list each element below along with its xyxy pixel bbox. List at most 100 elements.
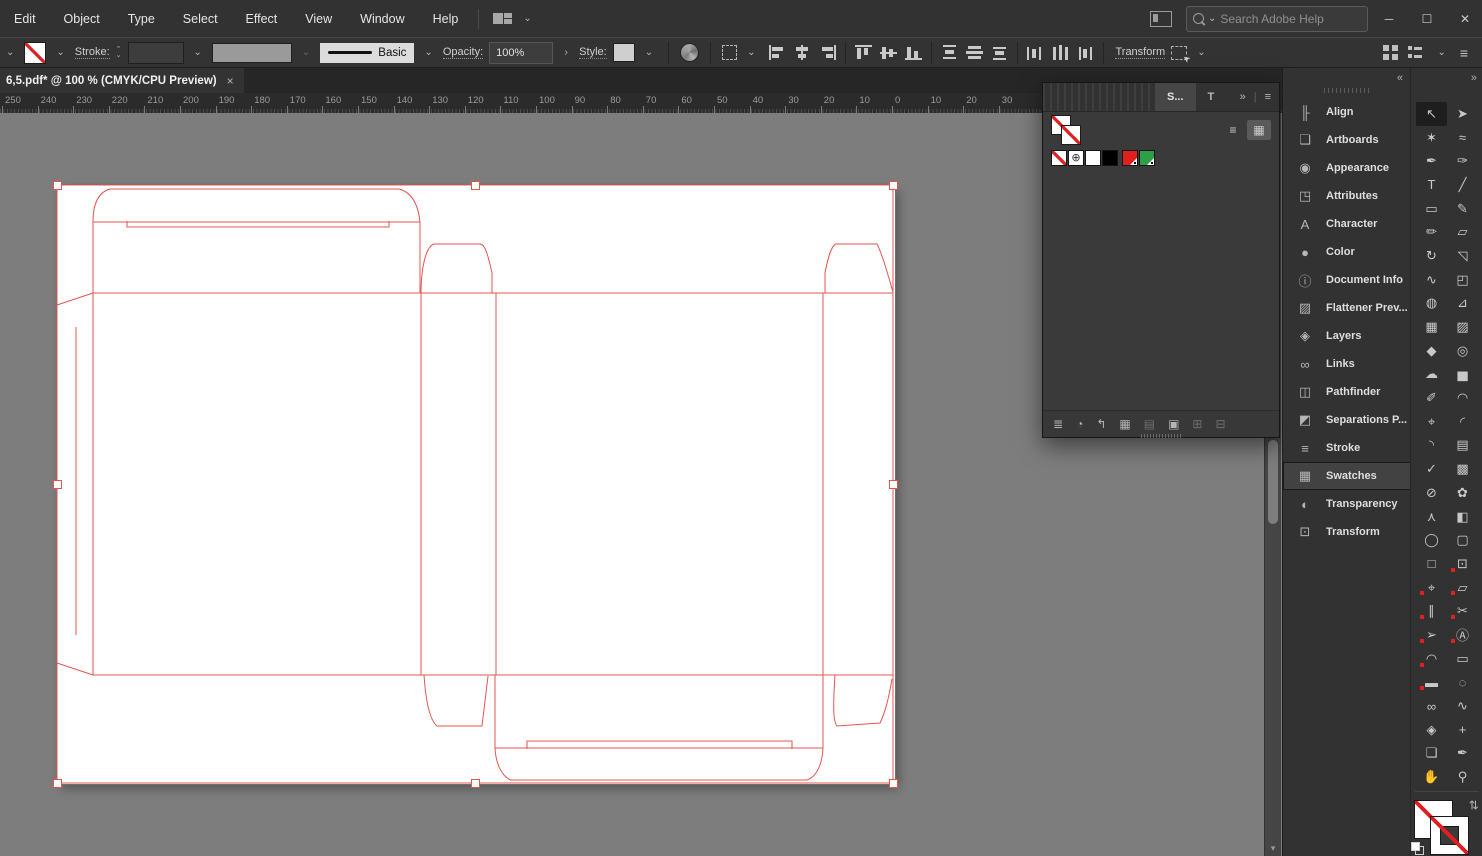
plugin-square-tool[interactable]: □ bbox=[1416, 552, 1447, 576]
panel-resize-grip[interactable] bbox=[1141, 434, 1181, 438]
type-tool[interactable]: T bbox=[1416, 173, 1447, 197]
rotate-tool[interactable]: ↻ bbox=[1416, 244, 1447, 268]
plugin-curve-arrow-tool[interactable]: ◝ bbox=[1416, 434, 1447, 458]
style-chevron-icon[interactable]: ⌄ bbox=[645, 47, 653, 58]
width-tool[interactable]: ∿ bbox=[1416, 268, 1447, 292]
menu-item-object[interactable]: Object bbox=[50, 0, 114, 37]
dock-collapse-icon[interactable]: « bbox=[1397, 72, 1403, 84]
menu-item-window[interactable]: Window bbox=[346, 0, 418, 37]
dock-item-color[interactable]: ● Color bbox=[1283, 238, 1411, 266]
swatch-list-empty-area[interactable] bbox=[1043, 168, 1279, 410]
hand-tool[interactable]: ✋ bbox=[1416, 765, 1447, 789]
dock-drag-grip[interactable] bbox=[1324, 88, 1370, 93]
align-vertical-center-icon[interactable] bbox=[880, 45, 898, 60]
panel-tab-t[interactable]: T bbox=[1196, 83, 1227, 111]
scale-tool[interactable]: ◹ bbox=[1447, 244, 1478, 268]
stroke-weight-input[interactable] bbox=[127, 41, 184, 64]
dock-item-align[interactable]: ╟ Align bbox=[1283, 98, 1411, 126]
selection-handle[interactable] bbox=[889, 480, 898, 489]
plugin-panel-tool[interactable]: ▭ bbox=[1447, 647, 1478, 671]
plugin-stack-tool[interactable]: ◈ bbox=[1416, 718, 1447, 742]
plugin-curve-point-tool[interactable]: ◜ bbox=[1447, 410, 1478, 434]
plugin-arc-tool[interactable]: ◠ bbox=[1447, 386, 1478, 410]
green-swatch[interactable] bbox=[1139, 150, 1155, 166]
add-selected-swatches-icon[interactable]: ↰ bbox=[1096, 417, 1106, 431]
blend-tool[interactable]: ◎ bbox=[1447, 339, 1478, 363]
minimize-button[interactable]: ─ bbox=[1372, 6, 1406, 32]
swatch-libraries-icon[interactable]: ≣ bbox=[1053, 417, 1063, 431]
dock-item-document-info[interactable]: ⓘ Document Info bbox=[1283, 266, 1411, 294]
opacity-input[interactable]: 100% bbox=[489, 41, 554, 64]
eraser-tool[interactable]: ▱ bbox=[1447, 220, 1478, 244]
none-swatch[interactable] bbox=[1051, 150, 1067, 166]
rectangle-tool[interactable]: ▭ bbox=[1416, 197, 1447, 221]
plugin-knife-plus-tool[interactable]: ✂ bbox=[1447, 599, 1478, 623]
texture-tool[interactable]: ▩ bbox=[1447, 457, 1478, 481]
stroke-color-swatch[interactable] bbox=[1430, 816, 1469, 855]
maximize-button[interactable]: ☐ bbox=[1410, 6, 1444, 32]
plugin-slant-ruler-tool[interactable]: ∥ bbox=[1416, 599, 1447, 623]
default-fill-stroke-icon[interactable] bbox=[1411, 842, 1425, 856]
eyedropper-tool[interactable]: ◆ bbox=[1416, 339, 1447, 363]
plugin-walk-tool[interactable]: ⋏ bbox=[1416, 505, 1447, 529]
width-profile-dropdown[interactable] bbox=[211, 42, 292, 63]
align-vertical-top-icon[interactable] bbox=[855, 45, 873, 60]
swap-fill-stroke-icon[interactable]: ⇄ bbox=[1467, 800, 1481, 810]
dock-item-pathfinder[interactable]: ◫ Pathfinder bbox=[1283, 378, 1411, 406]
menu-item-select[interactable]: Select bbox=[169, 0, 232, 37]
red-swatch[interactable] bbox=[1122, 150, 1138, 166]
symbol-sprayer-tool[interactable]: ☁ bbox=[1416, 363, 1447, 387]
selection-handle[interactable] bbox=[471, 181, 480, 190]
distribute-horizontal-left-icon[interactable] bbox=[1027, 45, 1045, 60]
workspace-layout-icon[interactable] bbox=[1408, 45, 1424, 60]
plugin-circle-nodes-tool[interactable]: ◌ bbox=[1447, 671, 1478, 695]
plugin-binoculars-tool[interactable]: ∞ bbox=[1416, 694, 1447, 718]
dock-item-stroke[interactable]: ≡ Stroke bbox=[1283, 434, 1411, 462]
paintbrush-tool[interactable]: ✎ bbox=[1447, 197, 1478, 221]
plugin-parallelogram-tool[interactable]: ▱ bbox=[1447, 576, 1478, 600]
search-chevron-icon[interactable]: ⌄ bbox=[1208, 13, 1216, 24]
transform-link[interactable]: Transform bbox=[1115, 46, 1166, 59]
selection-handle[interactable] bbox=[471, 779, 480, 788]
menu-item-view[interactable]: View bbox=[291, 0, 346, 37]
brush-definition-dropdown[interactable]: Basic bbox=[320, 42, 415, 63]
stroke-label[interactable]: Stroke: bbox=[74, 46, 110, 59]
distribute-vertical-bottom-icon[interactable] bbox=[991, 45, 1009, 60]
align-horizontal-center-icon[interactable] bbox=[794, 45, 812, 60]
opacity-label[interactable]: Opacity: bbox=[442, 46, 484, 59]
distribute-horizontal-center-icon[interactable] bbox=[1052, 45, 1070, 60]
brush-chevron-icon[interactable]: ⌄ bbox=[424, 47, 432, 58]
plugin-target-frame-tool[interactable]: ⌖ bbox=[1416, 410, 1447, 434]
plugin-cursor-point-tool[interactable]: ➢ bbox=[1416, 623, 1447, 647]
dock-item-links[interactable]: ∞ Links bbox=[1283, 350, 1411, 378]
mesh-tool[interactable]: ▦ bbox=[1416, 315, 1447, 339]
free-transform-tool[interactable]: ◰ bbox=[1447, 268, 1478, 292]
stroke-weight-chevron-icon[interactable]: ⌄ bbox=[194, 47, 202, 58]
dock-item-flattener-prev[interactable]: ▨ Flattener Prev... bbox=[1283, 294, 1411, 322]
panel-menu-icon[interactable]: ≡ bbox=[1265, 91, 1271, 103]
perspective-grid-tool[interactable]: ⊿ bbox=[1447, 292, 1478, 316]
distribute-vertical-center-icon[interactable] bbox=[966, 45, 984, 60]
panel-drag-grip[interactable] bbox=[1043, 83, 1155, 111]
plugin-crosshair-tool[interactable]: ⌖ bbox=[1416, 576, 1447, 600]
align-vertical-bottom-icon[interactable] bbox=[905, 45, 923, 60]
align-horizontal-right-icon[interactable] bbox=[819, 45, 837, 60]
swatches-panel-header[interactable]: S... T » | ≡ bbox=[1043, 83, 1279, 112]
new-color-group-grid-icon[interactable]: ▦ bbox=[1119, 417, 1130, 431]
plugin-squiggle-tool[interactable]: ∿ bbox=[1447, 694, 1478, 718]
plugin-square-point-tool[interactable]: ⊡ bbox=[1447, 552, 1478, 576]
registration-swatch[interactable]: ⊕ bbox=[1068, 150, 1084, 166]
dock-item-appearance[interactable]: ◉ Appearance bbox=[1283, 154, 1411, 182]
document-tab[interactable]: 6,5.pdf* @ 100 % (CMYK/CPU Preview) × bbox=[0, 68, 244, 93]
workspace-chevron-icon[interactable]: ⌄ bbox=[523, 13, 531, 24]
plugin-crosshair-plus-tool[interactable]: + bbox=[1447, 718, 1478, 742]
plugin-circles-tool[interactable]: ◯ bbox=[1416, 528, 1447, 552]
menu-item-edit[interactable]: Edit bbox=[0, 0, 50, 37]
curvature-tool[interactable]: ✑ bbox=[1447, 149, 1478, 173]
workspace-layout-chevron-icon[interactable]: ⌄ bbox=[1437, 47, 1445, 58]
dock-item-separations-p[interactable]: ◩ Separations P... bbox=[1283, 406, 1411, 434]
fill-chevron-icon[interactable]: ⌄ bbox=[6, 47, 14, 58]
dock-item-transparency[interactable]: ◐ Transparency bbox=[1283, 490, 1411, 518]
stroke-none-swatch[interactable] bbox=[24, 41, 47, 64]
tools-collapse-icon[interactable]: » bbox=[1471, 72, 1477, 84]
